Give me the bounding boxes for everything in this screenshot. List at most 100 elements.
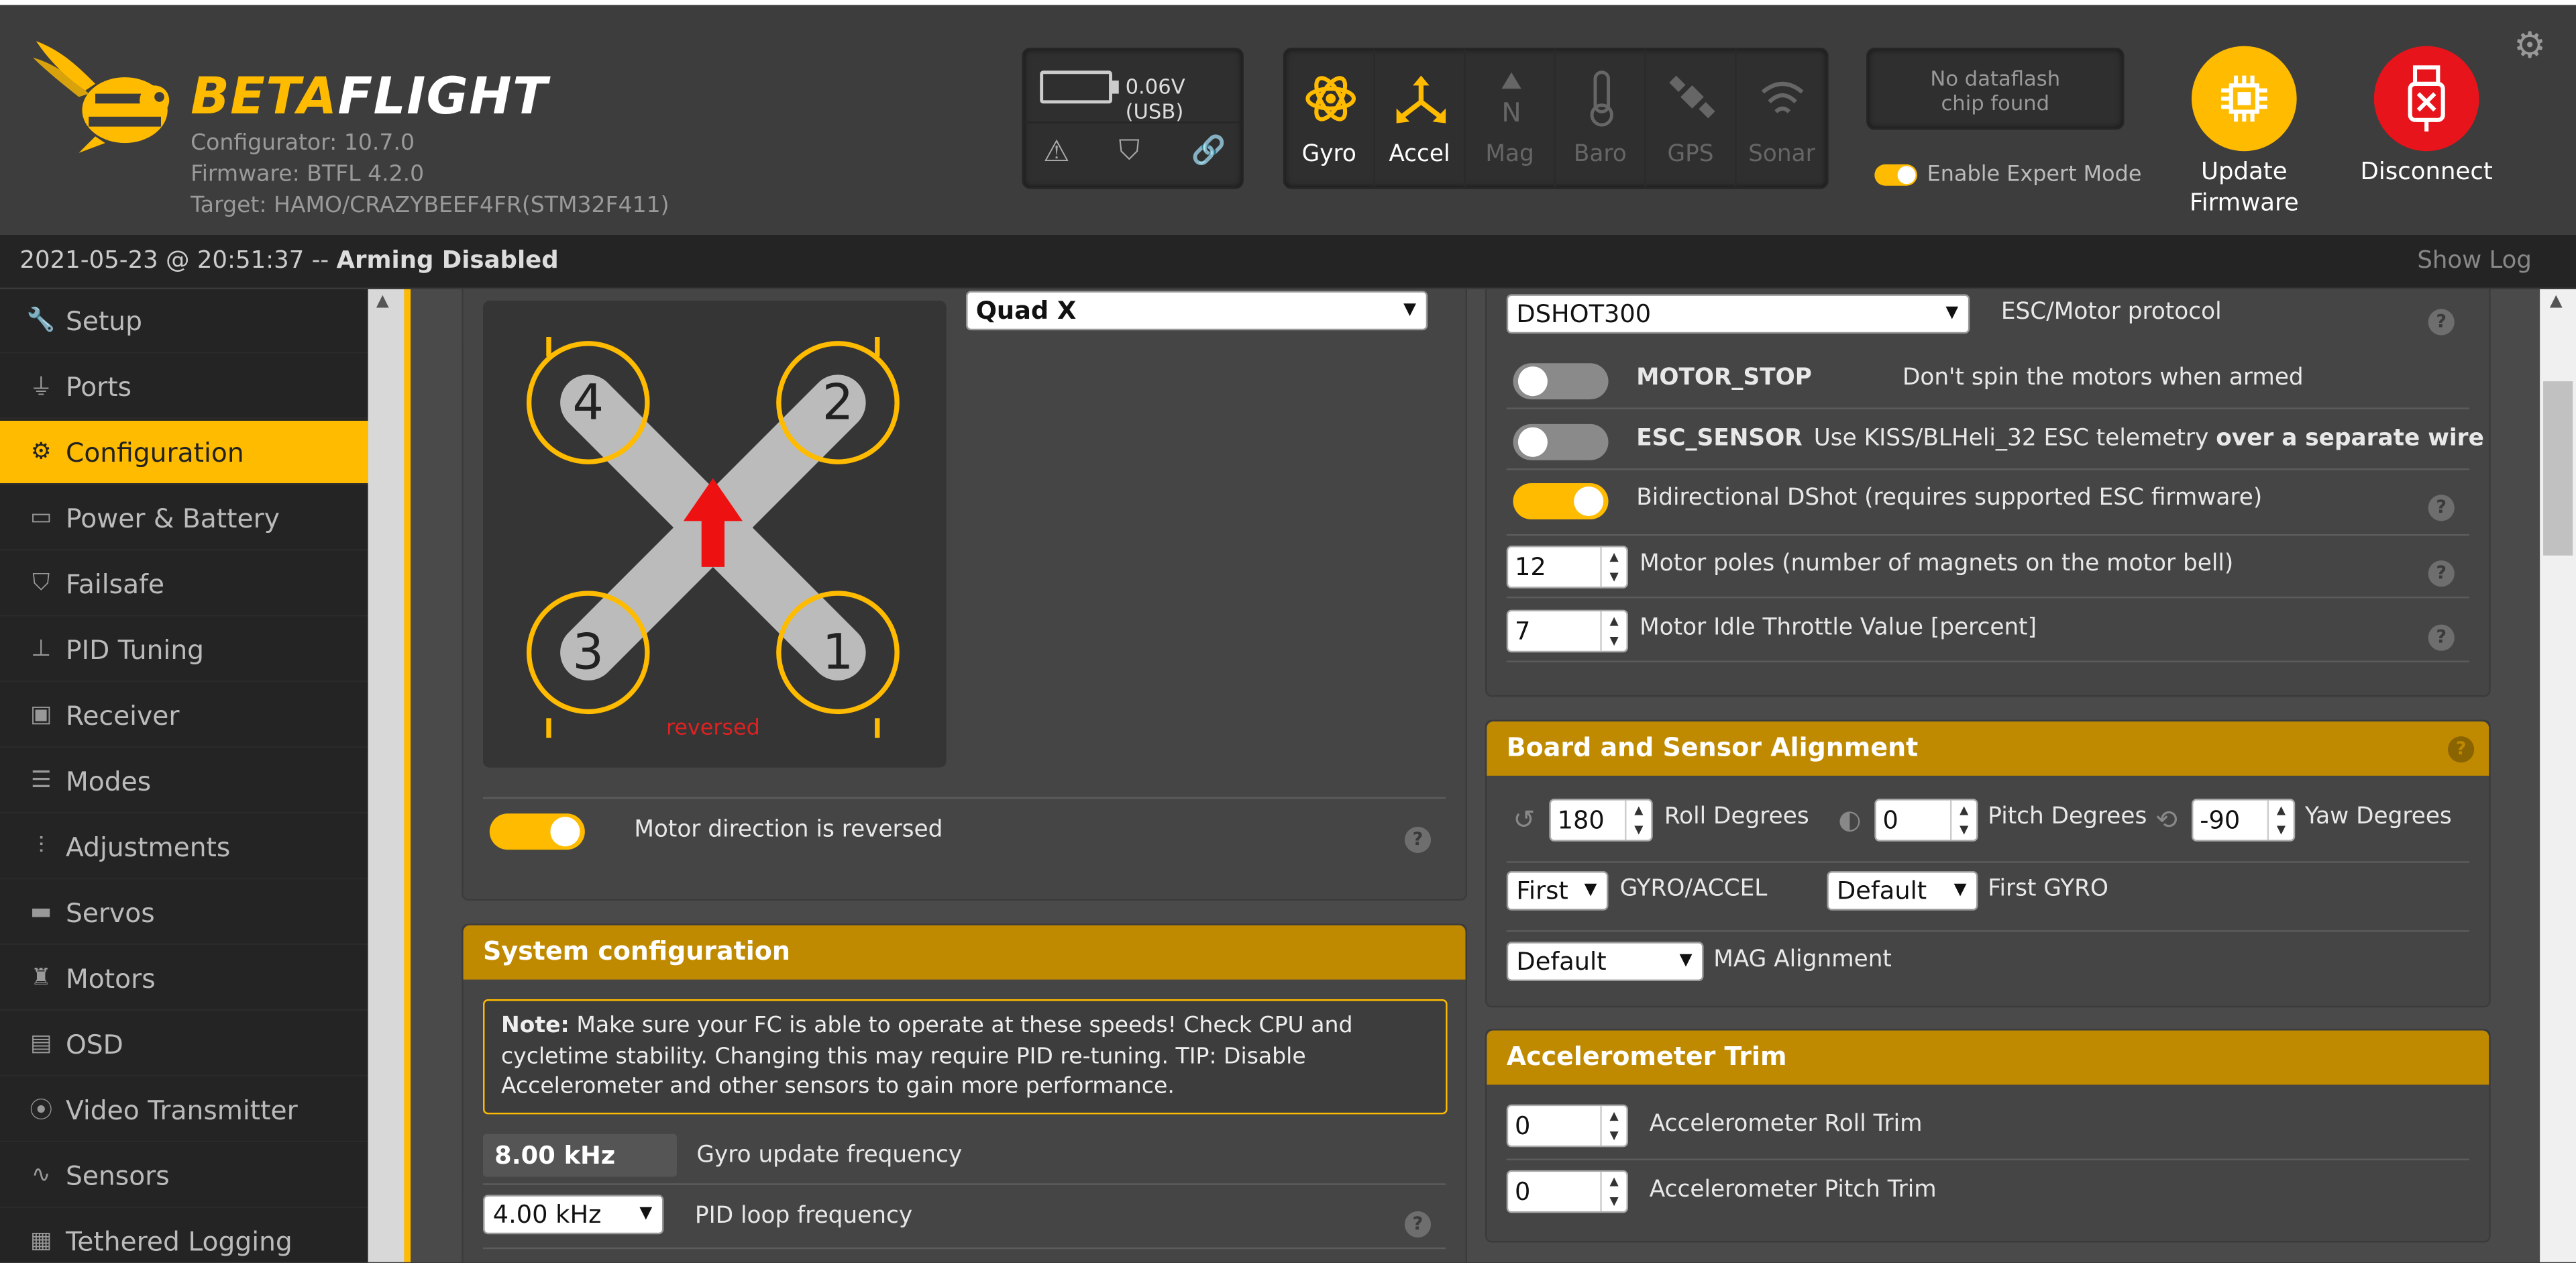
bidirectional-dshot-toggle[interactable] xyxy=(1513,483,1609,519)
update-firmware-label-2: Firmware xyxy=(2189,191,2299,217)
esc-protocol-select[interactable]: DSHOT300 ▼ xyxy=(1506,294,1970,334)
chevron-down-icon: ▼ xyxy=(1584,880,1597,899)
status-bar: 2021-05-23 @ 20:51:37 -- Arming Disabled… xyxy=(0,235,2576,288)
motor-stop-toggle[interactable] xyxy=(1513,363,1609,400)
help-icon[interactable]: ? xyxy=(1404,1211,1432,1238)
update-firmware-button[interactable]: Update Firmware xyxy=(2169,46,2320,221)
board-alignment-title: Board and Sensor Alignment xyxy=(1487,721,2489,776)
sidebar-item-failsafe[interactable]: ⛉ Failsafe xyxy=(0,552,368,617)
pid-loop-frequency-select[interactable]: 4.00 kHz ▼ xyxy=(483,1195,664,1235)
system-note-box: Note: Make sure your FC is able to opera… xyxy=(483,999,1448,1115)
sidebar-item-sensors[interactable]: ∿ Sensors xyxy=(0,1144,368,1209)
sidebar-item-modes[interactable]: ☰ Modes xyxy=(0,750,368,814)
sidebar-item-label: Tethered Logging xyxy=(65,1225,292,1257)
accel-icon xyxy=(1396,75,1446,123)
sidebar-item-configuration[interactable]: ⚙ Configuration xyxy=(0,420,368,485)
roll-degrees-input[interactable]: 180 ▲ ▼ xyxy=(1549,799,1653,842)
sidebar-item-label: Receiver xyxy=(65,699,180,731)
stepper-icon[interactable]: ▲ ▼ xyxy=(1625,800,1651,840)
mag-alignment-label: MAG Alignment xyxy=(1713,946,1892,973)
sidebar-item-servos[interactable]: ▬ Servos xyxy=(0,881,368,946)
sidebar-item-osd[interactable]: ▤ OSD xyxy=(0,1013,368,1077)
scroll-up-arrow-icon[interactable]: ▲ xyxy=(2550,293,2563,311)
motor-idle-value: 7 xyxy=(1514,616,1531,646)
help-icon[interactable]: ? xyxy=(2428,624,2455,651)
sidebar-item-adjustments[interactable]: ⫶ Adjustments xyxy=(0,815,368,880)
motor-poles-value: 12 xyxy=(1514,552,1546,582)
reversed-label: reversed xyxy=(666,715,760,740)
stepper-icon[interactable]: ▲ ▼ xyxy=(1600,1172,1626,1211)
stepper-icon[interactable]: ▲ ▼ xyxy=(1600,547,1626,587)
first-gyro-select[interactable]: Default ▼ xyxy=(1827,870,1978,911)
accel-roll-trim-input[interactable]: 0 ▲ ▼ xyxy=(1506,1104,1628,1148)
sidebar-item-label: Configuration xyxy=(65,436,244,468)
yaw-rotate-icon: ⟲ xyxy=(2155,803,2178,836)
scroll-up-arrow-icon[interactable]: ▲ xyxy=(376,293,389,311)
sidebar-item-label: Failsafe xyxy=(65,568,165,599)
battery-tip xyxy=(1112,81,1119,94)
bidirectional-dshot-label: Bidirectional DShot (requires supported … xyxy=(1636,485,2263,511)
accel-pitch-trim-input[interactable]: 0 ▲ ▼ xyxy=(1506,1170,1628,1213)
system-config-panel: System configuration Note: Make sure you… xyxy=(462,923,1467,1262)
chevron-down-icon: ▼ xyxy=(1953,880,1967,899)
sidebar-item-label: Setup xyxy=(65,305,143,336)
motor-poles-input[interactable]: 12 ▲ ▼ xyxy=(1506,546,1628,589)
help-icon[interactable]: ? xyxy=(2428,560,2455,587)
sidebar-item-receiver[interactable]: ▣ Receiver xyxy=(0,684,368,748)
dataflash-line2: chip found xyxy=(1941,90,2050,115)
expert-mode-toggle[interactable] xyxy=(1874,164,1917,186)
roll-degrees-label: Roll Degrees xyxy=(1664,803,1809,830)
esc-sensor-toggle[interactable] xyxy=(1513,423,1609,460)
log-icon: ▦ xyxy=(30,1227,52,1254)
sidebar-item-video-transmitter[interactable]: ⦿ Video Transmitter xyxy=(0,1078,368,1143)
help-icon[interactable]: ? xyxy=(2428,495,2455,521)
gear-icon: ⚙ xyxy=(30,438,52,466)
frame-type-select[interactable]: Quad X ▼ xyxy=(966,291,1428,331)
help-icon[interactable]: ? xyxy=(2428,309,2455,336)
gyro-accel-select[interactable]: First ▼ xyxy=(1506,870,1609,911)
dataflash-line1: No dataflash xyxy=(1930,65,2061,91)
settings-gear-icon[interactable]: ⚙ xyxy=(2514,26,2546,67)
sidebar-item-power-battery[interactable]: ▭ Power & Battery xyxy=(0,487,368,551)
sidebar-item-pid-tuning[interactable]: ⊥ PID Tuning xyxy=(0,618,368,683)
header: BETAFLIGHT Configurator: 10.7.0 Firmware… xyxy=(0,0,2576,236)
sidebar-item-label: Ports xyxy=(65,370,132,402)
help-icon[interactable]: ? xyxy=(1404,826,1432,854)
motor-stop-description: Don't spin the motors when armed xyxy=(1902,364,2304,391)
stepper-icon[interactable]: ▲ ▼ xyxy=(1949,800,1976,840)
stepper-icon[interactable]: ▲ ▼ xyxy=(2267,800,2294,840)
sonar-icon xyxy=(1761,81,1804,113)
esc-panel: DSHOT300 ▼ ESC/Motor protocol ? MOTOR_STO… xyxy=(1485,289,2491,697)
row-divider xyxy=(1506,596,2469,599)
toggles-icon: ☰ xyxy=(30,767,52,794)
sidebar-item-tethered-logging[interactable]: ▦ Tethered Logging xyxy=(0,1209,368,1262)
show-log-link[interactable]: Show Log xyxy=(2417,235,2532,287)
stepper-icon[interactable]: ▲ ▼ xyxy=(1600,1106,1626,1146)
pitch-degrees-input[interactable]: 0 ▲ ▼ xyxy=(1874,799,1978,842)
help-icon[interactable]: ? xyxy=(2448,736,2475,763)
stepper-icon[interactable]: ▲ ▼ xyxy=(1600,611,1626,651)
servo-icon: ▬ xyxy=(30,899,52,925)
accel-pitch-trim-label: Accelerometer Pitch Trim xyxy=(1649,1176,1937,1203)
yaw-degrees-input[interactable]: -90 ▲ ▼ xyxy=(2191,799,2296,842)
content-scrollbar[interactable]: ▲ xyxy=(2540,289,2576,1262)
sidebar-item-setup[interactable]: 🔧 Setup xyxy=(0,289,368,354)
sidebar-item-motors[interactable]: ♜ Motors xyxy=(0,947,368,1011)
sidebar-scrollbar[interactable]: ▲ xyxy=(368,289,405,1262)
sliders-icon: ⫶ xyxy=(38,833,44,860)
mag-alignment-select[interactable]: Default ▼ xyxy=(1506,942,1704,982)
row-divider xyxy=(1023,121,1242,123)
sidebar-item-label: Modes xyxy=(65,765,152,797)
sidebar-item-ports[interactable]: ⏚ Ports xyxy=(0,355,368,419)
motor-direction-toggle[interactable] xyxy=(489,813,585,850)
motor-icon: ♜ xyxy=(30,964,52,991)
scrollbar-thumb[interactable] xyxy=(2543,381,2573,556)
baro-icon xyxy=(1590,70,1613,127)
disconnect-button[interactable]: Disconnect xyxy=(2353,46,2500,189)
roll-degrees-value: 180 xyxy=(1557,805,1605,836)
logo-word-beta: BETA xyxy=(191,67,338,127)
sidebar-item-label: Motors xyxy=(65,962,156,994)
betaflight-logo-icon xyxy=(32,41,170,153)
motor-idle-input[interactable]: 7 ▲ ▼ xyxy=(1506,609,1628,653)
sensor-gyro: Gyro xyxy=(1285,49,1375,188)
